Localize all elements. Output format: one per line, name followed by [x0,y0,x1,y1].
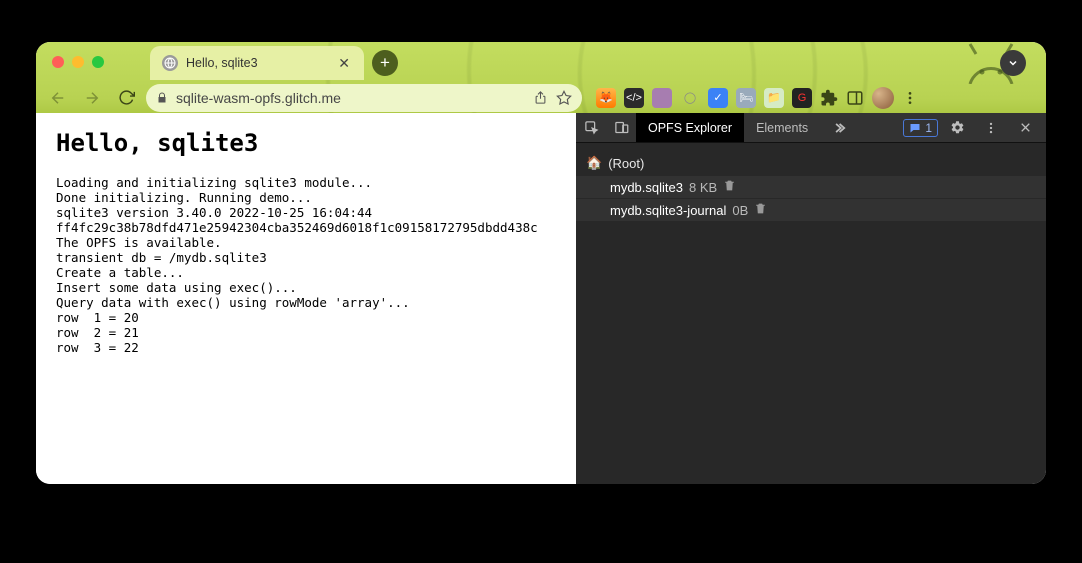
log-line: Insert some data using exec()... [56,280,556,295]
browser-window: Hello, sqlite3 ✕ + sqlite-wasm-opfs.glit… [36,42,1046,484]
opfs-file-tree: 🏠 (Root) mydb.sqlite3 8 KB mydb.sqlite3-… [576,143,1046,484]
extension-icon[interactable]: </> [624,88,644,108]
address-bar[interactable]: sqlite-wasm-opfs.glitch.me [146,84,582,112]
user-avatar[interactable] [872,87,894,109]
extension-icon[interactable]: G [792,88,812,108]
tree-item[interactable]: mydb.sqlite3 8 KB [576,176,1046,198]
web-page: Hello, sqlite3 Loading and initializing … [36,113,576,484]
devtools-tab-elements[interactable]: Elements [744,113,820,142]
devtools-tab-opfs-explorer[interactable]: OPFS Explorer [636,113,744,142]
content-area: Hello, sqlite3 Loading and initializing … [36,113,1046,484]
log-line: Query data with exec() using rowMode 'ar… [56,295,556,310]
file-size: 8 KB [689,180,717,195]
trash-icon[interactable] [754,202,767,218]
devtools-kebab-icon[interactable] [976,121,1006,135]
extension-icon[interactable]: 🦊 [596,88,616,108]
extension-icon[interactable]: ✓ [708,88,728,108]
browser-tab-active[interactable]: Hello, sqlite3 ✕ [150,46,364,80]
bookmark-star-icon[interactable] [556,90,572,106]
device-toggle-icon[interactable] [606,113,636,142]
close-tab-button[interactable]: ✕ [334,53,354,74]
log-line: Done initializing. Running demo... [56,190,556,205]
back-button[interactable] [44,84,72,112]
window-fullscreen-button[interactable] [92,56,104,68]
extension-icons: 🦊 </> ◯ ✓ 🛏 📁 G [596,87,918,109]
root-label: (Root) [608,156,644,171]
window-minimize-button[interactable] [72,56,84,68]
file-name: mydb.sqlite3 [610,180,683,195]
tree-root[interactable]: 🏠 (Root) [576,151,1046,175]
extension-icon[interactable] [652,88,672,108]
file-name: mydb.sqlite3-journal [610,203,726,218]
globe-icon [162,55,178,71]
extension-icon[interactable]: ◯ [680,88,700,108]
forward-button[interactable] [78,84,106,112]
log-line: row 3 = 22 [56,340,556,355]
devtools-close-icon[interactable] [1010,121,1040,134]
extension-icon[interactable]: 📁 [764,88,784,108]
tree-item[interactable]: mydb.sqlite3-journal 0B [576,199,1046,221]
tab-title: Hello, sqlite3 [186,56,326,70]
log-line: ff4fc29c38b78dfd471e25942304cba352469d60… [56,220,556,235]
browser-toolbar: sqlite-wasm-opfs.glitch.me 🦊 </> ◯ ✓ 🛏 📁… [36,82,1046,113]
macos-traffic-lights [52,56,104,68]
window-close-button[interactable] [52,56,64,68]
issues-badge[interactable]: 1 [903,119,938,137]
side-panel-icon[interactable] [846,89,864,107]
devtools-more-tabs[interactable] [820,113,858,142]
log-line: row 1 = 20 [56,310,556,325]
log-line: sqlite3 version 3.40.0 2022-10-25 16:04:… [56,205,556,220]
console-log: Loading and initializing sqlite3 module.… [56,175,556,355]
lock-icon [156,92,168,104]
house-icon: 🏠 [586,155,602,171]
share-icon[interactable] [533,90,548,105]
reload-button[interactable] [112,84,140,112]
page-heading: Hello, sqlite3 [56,129,556,157]
chat-icon [909,122,921,134]
trash-icon[interactable] [723,179,736,195]
log-line: row 2 = 21 [56,325,556,340]
log-line: The OPFS is available. [56,235,556,250]
tab-search-button[interactable] [1000,50,1026,76]
devtools-settings-icon[interactable] [942,120,972,135]
tab-strip: Hello, sqlite3 ✕ + [150,46,1026,80]
issues-count: 1 [925,121,932,135]
url-text: sqlite-wasm-opfs.glitch.me [176,90,341,106]
inspect-element-icon[interactable] [576,113,606,142]
log-line: Loading and initializing sqlite3 module.… [56,175,556,190]
devtools-panel: OPFS Explorer Elements 1 [576,113,1046,484]
extension-icon[interactable]: 🛏 [736,88,756,108]
log-line: Create a table... [56,265,556,280]
log-line: transient db = /mydb.sqlite3 [56,250,556,265]
new-tab-button[interactable]: + [372,50,398,76]
devtools-tab-bar: OPFS Explorer Elements 1 [576,113,1046,143]
file-size: 0B [732,203,748,218]
kebab-menu-icon[interactable] [902,90,918,106]
extensions-puzzle-icon[interactable] [820,89,838,107]
